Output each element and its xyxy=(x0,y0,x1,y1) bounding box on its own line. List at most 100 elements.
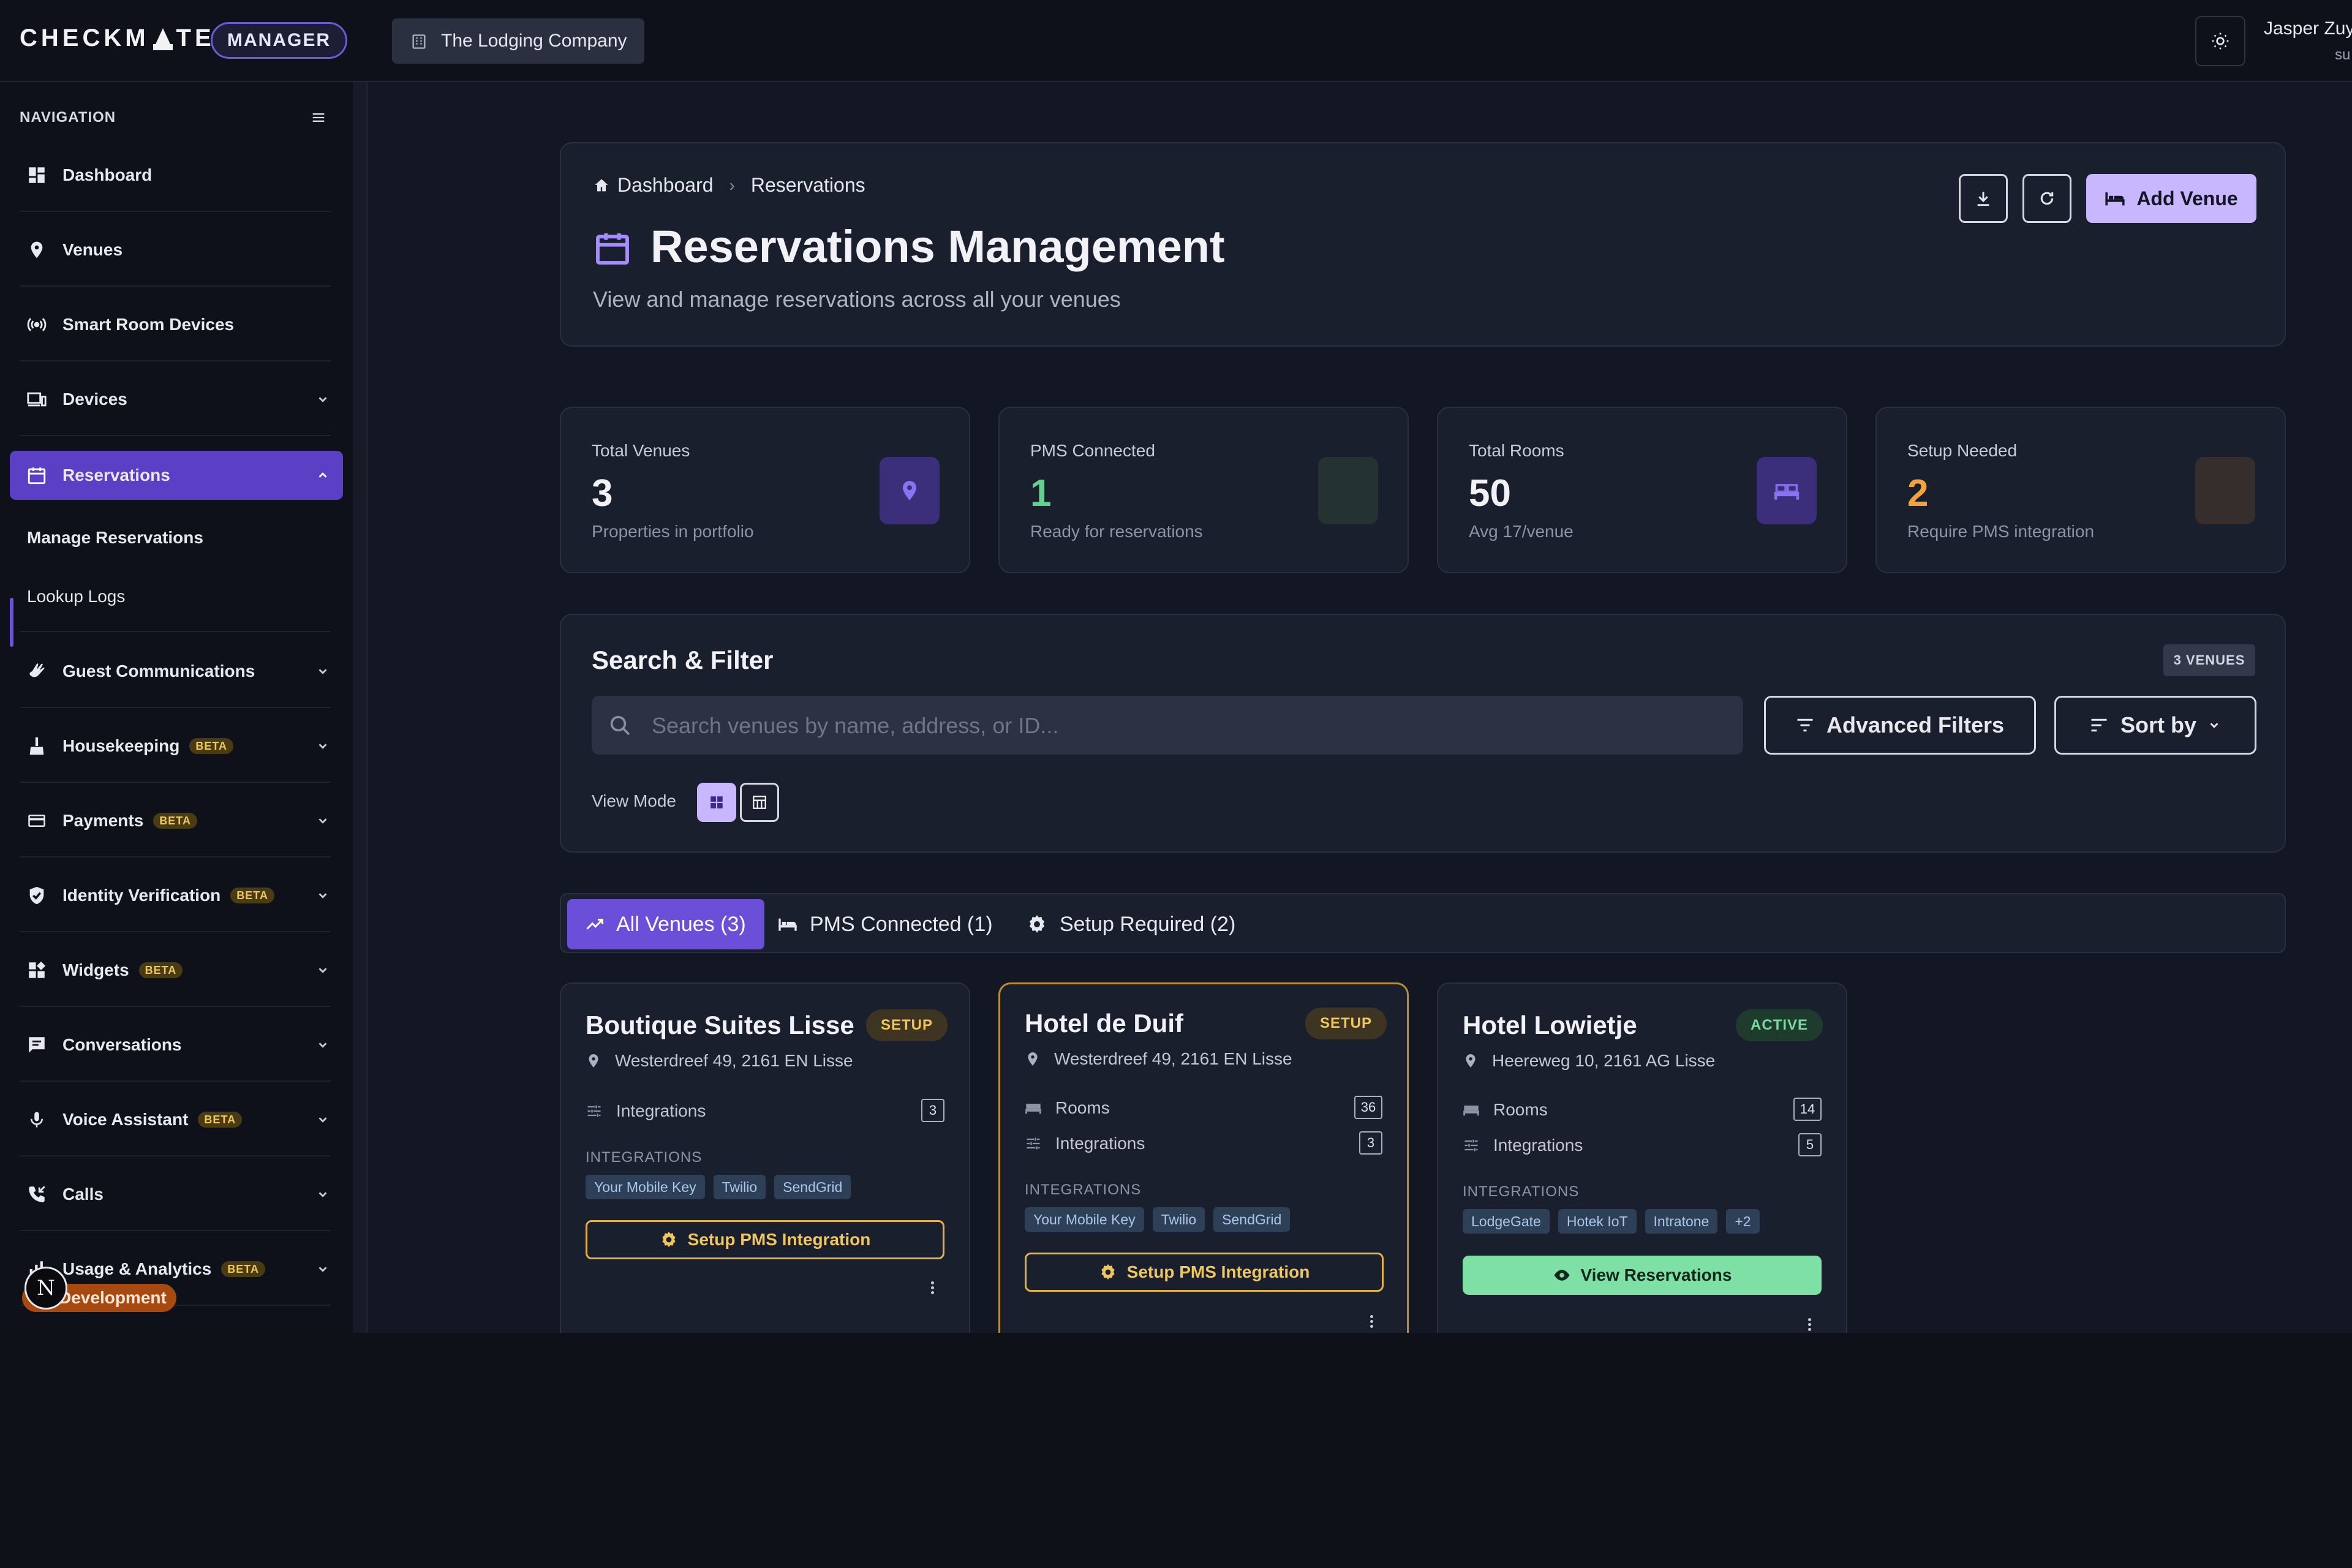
venue-address-text: Westerdreef 49, 2161 EN Lisse xyxy=(615,1051,853,1070)
refresh-icon xyxy=(2040,192,2054,205)
user-role: su xyxy=(2335,47,2351,63)
brand-logo[interactable]: CHECKM TE xyxy=(20,24,215,52)
sidebar-item-venues[interactable]: Venues xyxy=(10,225,343,274)
sort-by-dropdown[interactable]: Sort by xyxy=(2054,696,2256,755)
setup-pms-label: Setup PMS Integration xyxy=(687,1230,871,1249)
integration-tag: Hotek IoT xyxy=(1558,1209,1637,1234)
sidebar-item-label: Guest Communications xyxy=(62,662,255,680)
beta-badge: BETA xyxy=(138,962,183,978)
sidebar-item-smart-room-devices[interactable]: Smart Room Devices xyxy=(10,300,343,349)
venue-card-selected[interactable]: Hotel de Duif SETUP Westerdreef 49, 2161… xyxy=(998,982,1409,1333)
sidebar-item-guest-communications[interactable]: Guest Communications xyxy=(10,647,343,696)
integrations-label: Integrations xyxy=(616,1101,706,1120)
advanced-filters-button[interactable]: Advanced Filters xyxy=(1764,696,2036,755)
stat-value: 3 xyxy=(592,472,613,514)
status-badge: SETUP xyxy=(866,1009,948,1041)
more-options-icon[interactable] xyxy=(931,1281,935,1295)
chevron-down-icon xyxy=(316,1111,330,1131)
location-pin-icon xyxy=(1028,1052,1038,1066)
breadcrumb-home-link[interactable]: Dashboard xyxy=(617,174,714,197)
search-input[interactable]: Search venues by name, address, or ID... xyxy=(592,696,1743,755)
role-pill: MANAGER xyxy=(211,22,347,59)
integrations-label: Integrations xyxy=(1055,1134,1145,1153)
menu-toggle-icon[interactable] xyxy=(310,109,327,129)
sidebar-item-label: Voice Assistant xyxy=(62,1110,189,1129)
section-title: Search & Filter xyxy=(592,646,774,674)
sidebar-item-label: Widgets xyxy=(62,960,129,979)
tab-setup-required[interactable]: Setup Required (2) xyxy=(1008,899,1254,949)
sidebar-item-calls[interactable]: Calls xyxy=(10,1170,343,1219)
refresh-button[interactable] xyxy=(2022,174,2071,223)
download-button[interactable] xyxy=(1959,174,2008,223)
dashboard-icon xyxy=(24,163,49,187)
venue-address-text: Westerdreef 49, 2161 EN Lisse xyxy=(1054,1049,1292,1068)
sidebar-heading: NAVIGATION xyxy=(20,109,116,126)
add-venue-button[interactable]: Add Venue xyxy=(2086,174,2256,223)
sidebar-item-label: Usage & Analytics xyxy=(62,1259,212,1278)
submenu-item-lookup-logs[interactable]: Lookup Logs xyxy=(27,587,125,606)
integration-tag: LodgeGate xyxy=(1463,1209,1550,1234)
venue-rooms-row: Rooms xyxy=(1025,1098,1110,1118)
integrations-heading: INTEGRATIONS xyxy=(1463,1183,1580,1200)
sidebar-item-payments[interactable]: Payments BETA xyxy=(10,796,343,845)
setup-pms-button[interactable]: Setup PMS Integration xyxy=(1025,1253,1384,1292)
eye-icon xyxy=(1554,1270,1570,1281)
active-submenu-indicator xyxy=(10,598,13,647)
integrations-count: 3 xyxy=(1359,1131,1382,1155)
organization-selector[interactable]: The Lodging Company xyxy=(392,18,644,64)
sidebar-item-devices[interactable]: Devices xyxy=(10,375,343,424)
stat-label: Total Venues xyxy=(592,441,690,460)
page-header-card: Dashboard › Reservations Reservations Ma… xyxy=(560,142,2286,347)
theme-toggle-button[interactable] xyxy=(2195,16,2245,66)
stat-label: Setup Needed xyxy=(1907,441,2018,460)
gear-icon xyxy=(662,1231,676,1248)
sidebar-item-widgets[interactable]: Widgets BETA xyxy=(10,946,343,995)
venue-card[interactable]: Hotel Lowietje ACTIVE Heereweg 10, 2161 … xyxy=(1437,982,1847,1333)
stat-note: Avg 17/venue xyxy=(1469,522,1574,541)
more-options-icon[interactable] xyxy=(1808,1318,1812,1332)
integrations-heading: INTEGRATIONS xyxy=(1025,1182,1142,1198)
beta-badge: BETA xyxy=(221,1261,265,1277)
devices-icon xyxy=(24,387,49,412)
rooms-label: Rooms xyxy=(1493,1100,1548,1119)
tab-label: All Venues (3) xyxy=(616,912,746,936)
setup-pms-button[interactable]: Setup PMS Integration xyxy=(586,1220,944,1259)
more-options-icon[interactable] xyxy=(1370,1315,1374,1329)
integrations-label: Integrations xyxy=(1493,1136,1583,1155)
location-pin-icon xyxy=(589,1054,598,1068)
sidebar-item-label: Calls xyxy=(62,1185,104,1204)
search-icon xyxy=(610,715,630,736)
sidebar-item-identity-verification[interactable]: Identity Verification BETA xyxy=(10,871,343,920)
integrations-heading: INTEGRATIONS xyxy=(586,1149,703,1166)
sidebar-scrollbar[interactable] xyxy=(353,82,368,1333)
integration-tags: LodgeGate Hotek IoT Intratone +2 xyxy=(1463,1209,1768,1234)
venue-card[interactable]: Boutique Suites Lisse SETUP Westerdreef … xyxy=(560,982,970,1333)
view-reservations-button[interactable]: View Reservations xyxy=(1463,1256,1822,1295)
venue-address-text: Heereweg 10, 2161 AG Lisse xyxy=(1492,1051,1716,1070)
integration-tag: Your Mobile Key xyxy=(1025,1207,1144,1232)
sidebar-item-conversations[interactable]: Conversations xyxy=(10,1020,343,1069)
dev-tools-button[interactable]: N xyxy=(24,1267,67,1310)
rooms-count: 14 xyxy=(1793,1098,1822,1121)
page-subtitle: View and manage reservations across all … xyxy=(593,287,1121,312)
empty-backdrop xyxy=(0,1333,2352,1568)
sidebar-item-reservations[interactable]: Reservations xyxy=(10,451,343,500)
submenu-item-manage-reservations[interactable]: Manage Reservations xyxy=(27,528,203,548)
stat-note: Ready for reservations xyxy=(1030,522,1203,541)
sidebar-item-housekeeping[interactable]: Housekeeping BETA xyxy=(10,722,343,771)
user-name[interactable]: Jasper Zuyd xyxy=(2264,18,2352,39)
stat-value: 50 xyxy=(1469,472,1511,514)
sidebar-item-dashboard[interactable]: Dashboard xyxy=(10,151,343,200)
sidebar-item-label: Devices xyxy=(62,390,127,409)
chevron-up-icon xyxy=(316,467,330,486)
sidebar-item-label: Identity Verification xyxy=(62,886,221,905)
tab-all-venues[interactable]: All Venues (3) xyxy=(567,899,764,949)
home-icon xyxy=(595,179,608,191)
tab-pms-connected[interactable]: PMS Connected (1) xyxy=(760,899,1011,949)
sidebar-divider xyxy=(20,435,331,436)
integration-tag-more[interactable]: +2 xyxy=(1726,1209,1760,1234)
table-view-button[interactable] xyxy=(740,783,779,822)
grid-view-button[interactable] xyxy=(697,783,736,822)
venue-address: Heereweg 10, 2161 AG Lisse xyxy=(1463,1051,1715,1071)
sidebar-item-voice-assistant[interactable]: Voice Assistant BETA xyxy=(10,1095,343,1144)
